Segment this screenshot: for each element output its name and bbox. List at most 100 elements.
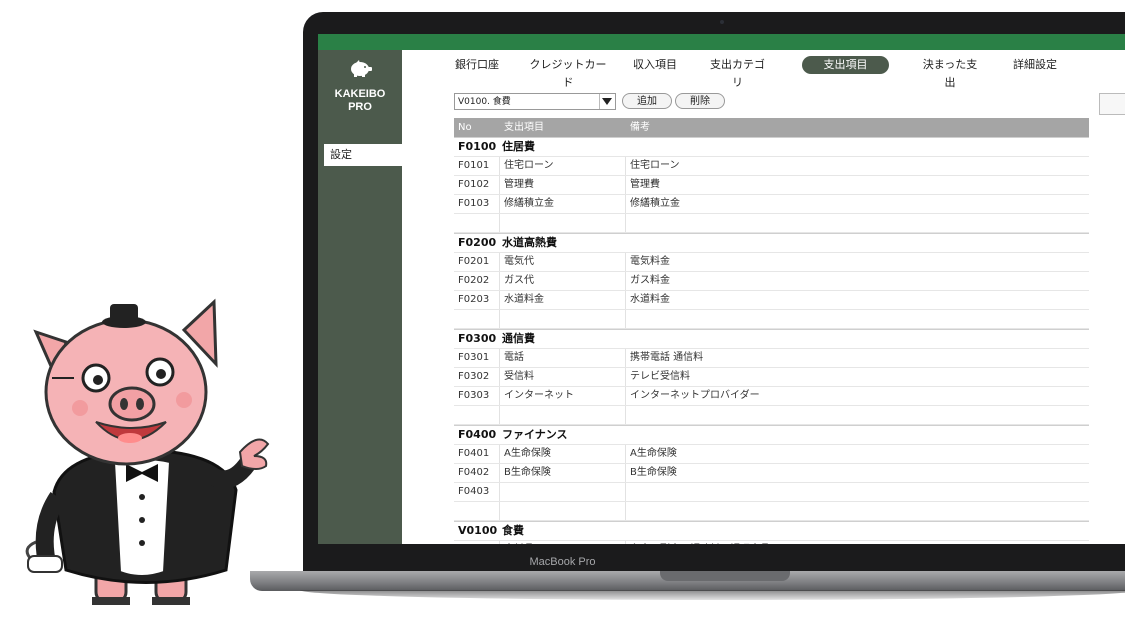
cell-item: 電気代 (504, 256, 534, 267)
group-name: 住居費 (502, 140, 535, 153)
cell-item: B生命保険 (504, 467, 551, 478)
table-row[interactable]: F0103 修繕積立金 修繕積立金 (454, 195, 1089, 214)
cell-no: F0301 (458, 352, 490, 363)
cell-no: F0101 (458, 160, 490, 171)
table-row[interactable]: F0102 管理費 管理費 (454, 176, 1089, 195)
tab-advanced-settings[interactable]: 詳細設定 (1010, 56, 1060, 74)
table-row[interactable]: F0203 水道料金 水道料金 (454, 291, 1089, 310)
table-row[interactable]: F0201 電気代 電気料金 (454, 253, 1089, 272)
tab-fixed-expenses[interactable]: 決まった支出 (918, 56, 982, 89)
cell-no: F0403 (458, 486, 490, 497)
table-body: F0100 住居費 F0101 住宅ローン 住宅ローン F0102 管理費 管理費 F0103 修… (454, 137, 1089, 544)
laptop-shadow (300, 590, 1125, 600)
column-divider (625, 310, 626, 328)
brand-name: KAKEIBO PRO (334, 88, 386, 113)
column-divider (499, 176, 500, 194)
table-row[interactable] (454, 406, 1089, 425)
cell-no: F0102 (458, 179, 490, 190)
category-group-row[interactable]: V0100 食費 (454, 521, 1089, 541)
column-divider (499, 253, 500, 271)
category-group-row[interactable]: F0300 通信費 (454, 329, 1089, 349)
column-divider (625, 541, 626, 544)
piggy-bank-icon (351, 60, 372, 77)
table-row[interactable] (454, 310, 1089, 329)
cell-item: 食料品 (504, 541, 534, 544)
delete-button[interactable]: 削除 (675, 93, 725, 109)
cell-note: 住宅ローン (630, 160, 680, 171)
cell-note: 修繕積立金 (630, 198, 680, 209)
cell-item: 住宅ローン (504, 160, 554, 171)
cell-item: 管理費 (504, 179, 534, 190)
category-group-row[interactable]: F0400 ファイナンス (454, 425, 1089, 445)
column-divider (499, 291, 500, 309)
column-divider (499, 157, 500, 175)
column-header-note: 備考 (630, 122, 650, 133)
cell-item: ガス代 (504, 275, 534, 286)
column-divider (625, 464, 626, 482)
cell-no: F0402 (458, 467, 490, 478)
tab-credit-cards[interactable]: クレジットカード (528, 56, 608, 89)
column-divider (499, 387, 500, 405)
column-divider (625, 195, 626, 213)
column-header-no: No (458, 122, 472, 133)
cell-note: 電気料金 (630, 256, 670, 267)
column-divider (625, 253, 626, 271)
column-divider (499, 310, 500, 328)
cell-no: F0401 (458, 448, 490, 459)
title-bar (318, 34, 1125, 50)
tab-expense-items[interactable]: 支出項目 (802, 56, 889, 74)
table-row[interactable] (454, 502, 1089, 521)
category-select[interactable]: V0100. 食費 (454, 93, 616, 110)
tab-bank-accounts[interactable]: 銀行口座 (452, 56, 502, 74)
cell-note: ガス料金 (630, 275, 670, 286)
table-row[interactable]: V0101 食料品 主食、副食、調味料、調理食品 (454, 541, 1089, 544)
cell-note: 主食、副食、調味料、調理食品 (630, 541, 770, 544)
column-divider (499, 445, 500, 463)
group-code: F0300 (458, 332, 497, 345)
cell-no: F0303 (458, 390, 490, 401)
cell-item: 受信料 (504, 371, 534, 382)
column-divider (499, 464, 500, 482)
toolbar: V0100. 食費 追加 削除 最新 (402, 92, 1125, 115)
column-divider (625, 483, 626, 501)
column-divider (625, 368, 626, 386)
table-row[interactable]: F0303 インターネット インターネットプロバイダー (454, 387, 1089, 406)
cell-no: F0203 (458, 294, 490, 305)
group-name: ファイナンス (502, 428, 568, 441)
cell-item: 水道料金 (504, 294, 544, 305)
cell-note: インターネットプロバイダー (630, 390, 760, 401)
table-row[interactable]: F0401 A生命保険 A生命保険 (454, 445, 1089, 464)
category-group-row[interactable]: F0100 住居費 (454, 137, 1089, 157)
camera-dot (720, 20, 724, 24)
table-row[interactable]: F0403 (454, 483, 1089, 502)
refresh-button[interactable]: 最新 (1099, 93, 1125, 115)
column-divider (499, 368, 500, 386)
column-header-item: 支出項目 (504, 122, 544, 133)
column-divider (499, 406, 500, 424)
tab-expense-categories[interactable]: 支出カテゴリ (705, 56, 770, 89)
table-row[interactable]: F0101 住宅ローン 住宅ローン (454, 157, 1089, 176)
add-button[interactable]: 追加 (622, 93, 672, 109)
table-row[interactable] (454, 214, 1089, 233)
column-divider (499, 214, 500, 232)
cell-note: 管理費 (630, 179, 660, 190)
expense-items-table: No 支出項目 備考 F0100 住居費 F0101 住宅ローン 住宅ローン F0102 管… (454, 118, 1089, 544)
cell-item: 電話 (504, 352, 524, 363)
tab-income-items[interactable]: 収入項目 (630, 56, 680, 74)
laptop-notch (660, 571, 790, 581)
table-row[interactable]: F0402 B生命保険 B生命保険 (454, 464, 1089, 483)
cell-no: F0103 (458, 198, 490, 209)
table-row[interactable]: F0301 電話 携帯電話 通信料 (454, 349, 1089, 368)
sidebar-item-settings[interactable]: 設定 (324, 144, 402, 166)
cell-item: 修繕積立金 (504, 198, 554, 209)
column-divider (625, 445, 626, 463)
cell-note: 水道料金 (630, 294, 670, 305)
select-divider (599, 94, 600, 109)
category-group-row[interactable]: F0200 水道高熱費 (454, 233, 1089, 253)
table-row[interactable]: F0302 受信料 テレビ受信料 (454, 368, 1089, 387)
cell-no: F0201 (458, 256, 490, 267)
column-divider (499, 195, 500, 213)
table-row[interactable]: F0202 ガス代 ガス料金 (454, 272, 1089, 291)
group-code: F0200 (458, 236, 497, 249)
category-select-value: V0100. 食費 (458, 97, 511, 107)
